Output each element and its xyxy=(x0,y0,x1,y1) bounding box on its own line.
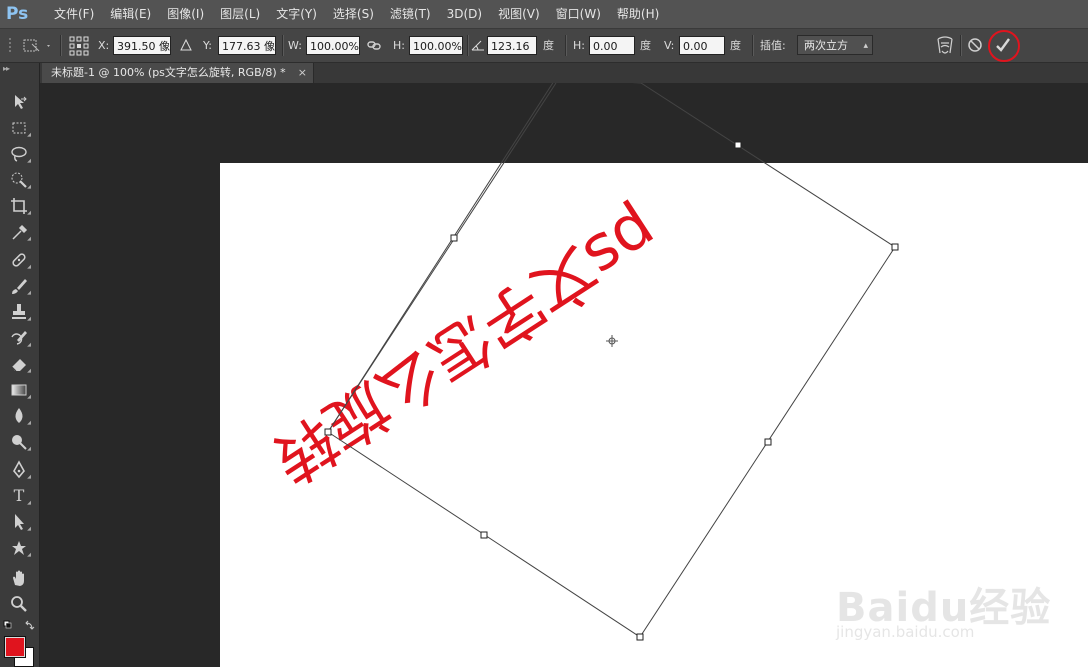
rotated-canvas-text: ps文字怎么旋转 xyxy=(259,195,671,498)
tools-panel: ▸▸ ◢ ◢ ◢ ◢ ◢ ◢ ◢ ◢ ◢ ◢ ◢ ◢ ◢ ◢ T ◢ ◢ ◢ xyxy=(0,63,40,667)
separator xyxy=(752,35,754,56)
type-tool-icon[interactable]: T ◢ xyxy=(6,485,32,507)
horizontal-skew-label: H: xyxy=(573,39,585,52)
transform-handle-right[interactable] xyxy=(764,438,772,446)
separator xyxy=(565,35,567,56)
menu-type[interactable]: 文字(Y) xyxy=(268,0,325,28)
cancel-transform-icon[interactable] xyxy=(966,29,984,62)
lasso-tool-icon[interactable]: ◢ xyxy=(6,143,32,165)
hand-tool-icon[interactable] xyxy=(6,567,32,589)
dodge-tool-icon[interactable]: ◢ xyxy=(6,431,32,453)
vertical-skew-input[interactable]: 0.00 xyxy=(679,36,725,55)
clone-stamp-tool-icon[interactable]: ◢ xyxy=(6,301,32,323)
crop-tool-icon[interactable]: ◢ xyxy=(6,195,32,217)
chevron-updown-icon: ▴ xyxy=(863,41,868,51)
height-percent-input[interactable]: 100.00% xyxy=(409,36,463,55)
transform-center-point[interactable] xyxy=(606,335,618,347)
x-position-input[interactable]: 391.50 像 xyxy=(113,36,171,55)
eraser-tool-icon[interactable]: ◢ xyxy=(6,353,32,375)
separator xyxy=(467,35,469,56)
separator xyxy=(60,35,62,56)
menu-select[interactable]: 选择(S) xyxy=(325,0,382,28)
interpolation-label: 插值: xyxy=(760,39,786,52)
swap-colors-icon[interactable] xyxy=(2,619,36,633)
eyedropper-tool-icon[interactable]: ◢ xyxy=(6,221,32,243)
y-position-input[interactable]: 177.63 像 xyxy=(218,36,276,55)
warp-mode-icon[interactable] xyxy=(934,29,956,62)
document-tab[interactable]: 未标题-1 @ 100% (ps文字怎么旋转, RGB/8) * × xyxy=(42,63,314,83)
vertical-skew-label: V: xyxy=(664,39,675,52)
menu-file[interactable]: 文件(F) xyxy=(46,0,102,28)
document-tab-strip: 未标题-1 @ 100% (ps文字怎么旋转, RGB/8) * × xyxy=(40,63,1088,83)
transform-handle-top-left-side[interactable] xyxy=(450,234,458,242)
separator xyxy=(960,35,962,56)
transform-handle-bottom-right[interactable] xyxy=(636,633,644,641)
menu-view[interactable]: 视图(V) xyxy=(490,0,548,28)
horizontal-skew-unit: 度 xyxy=(640,39,651,52)
blur-tool-icon[interactable]: ◢ xyxy=(6,405,32,427)
healing-brush-tool-icon[interactable]: ◢ xyxy=(6,249,32,271)
brush-tool-icon[interactable]: ◢ xyxy=(6,275,32,297)
move-tool-icon[interactable] xyxy=(6,91,32,113)
close-tab-icon[interactable]: × xyxy=(298,63,307,83)
transform-handle-top-right[interactable] xyxy=(891,243,899,251)
vertical-skew-unit: 度 xyxy=(730,39,741,52)
options-grip-icon xyxy=(8,29,14,62)
watermark-url: jingyan.baidu.com xyxy=(836,623,975,641)
menu-layer[interactable]: 图层(L) xyxy=(212,0,268,28)
transform-handle-top[interactable] xyxy=(734,141,742,149)
width-label: W: xyxy=(288,39,302,52)
zoom-tool-icon[interactable] xyxy=(6,593,32,615)
separator xyxy=(282,35,284,56)
menu-3d[interactable]: 3D(D) xyxy=(439,0,490,28)
document-tab-title: 未标题-1 @ 100% (ps文字怎么旋转, RGB/8) * xyxy=(51,66,286,79)
gradient-tool-icon[interactable]: ◢ xyxy=(6,379,32,401)
rotation-angle-input[interactable]: 123.16 xyxy=(487,36,537,55)
custom-shape-tool-icon[interactable]: ◢ xyxy=(6,537,32,559)
width-percent-input[interactable]: 100.00% xyxy=(306,36,360,55)
transform-handle-left[interactable] xyxy=(324,428,332,436)
angle-unit: 度 xyxy=(543,39,554,52)
menu-window[interactable]: 窗口(W) xyxy=(548,0,609,28)
panel-collapse-icon[interactable]: ▸▸ xyxy=(3,64,10,73)
reference-point-icon[interactable] xyxy=(68,29,90,62)
menu-edit[interactable]: 编辑(E) xyxy=(102,0,159,28)
pen-tool-icon[interactable]: ◢ xyxy=(6,459,32,481)
baidu-watermark: Baidu经验 jingyan.baidu.com xyxy=(836,575,1076,645)
menu-image[interactable]: 图像(I) xyxy=(159,0,212,28)
photoshop-logo: Ps xyxy=(6,4,29,24)
path-selection-tool-icon[interactable]: ◢ xyxy=(6,511,32,533)
marquee-tool-icon[interactable]: ◢ xyxy=(6,117,32,139)
link-proportions-icon[interactable] xyxy=(366,29,382,62)
menu-help[interactable]: 帮助(H) xyxy=(609,0,667,28)
relative-positioning-icon[interactable] xyxy=(178,29,194,62)
y-label: Y: xyxy=(203,39,212,52)
horizontal-skew-input[interactable]: 0.00 xyxy=(589,36,635,55)
options-bar: X: 391.50 像 Y: 177.63 像 W: 100.00% H: 10… xyxy=(0,29,1088,63)
transform-handle-bottom[interactable] xyxy=(480,531,488,539)
highlight-circle-annotation xyxy=(986,30,1022,63)
menu-filter[interactable]: 滤镜(T) xyxy=(382,0,439,28)
height-label: H: xyxy=(393,39,405,52)
quick-selection-tool-icon[interactable]: ◢ xyxy=(6,169,32,191)
rotate-angle-icon xyxy=(470,29,486,62)
history-brush-tool-icon[interactable]: ◢ xyxy=(6,327,32,349)
foreground-color-swatch[interactable] xyxy=(4,636,26,658)
menu-items: 文件(F) 编辑(E) 图像(I) 图层(L) 文字(Y) 选择(S) 滤镜(T… xyxy=(46,0,667,28)
x-label: X: xyxy=(98,39,110,52)
transform-tool-preset-icon[interactable] xyxy=(22,29,52,62)
menu-bar: Ps 文件(F) 编辑(E) 图像(I) 图层(L) 文字(Y) 选择(S) 滤… xyxy=(0,0,1088,29)
interpolation-select[interactable]: 两次立方 ▴ xyxy=(797,35,873,55)
interpolation-value: 两次立方 xyxy=(804,39,848,52)
